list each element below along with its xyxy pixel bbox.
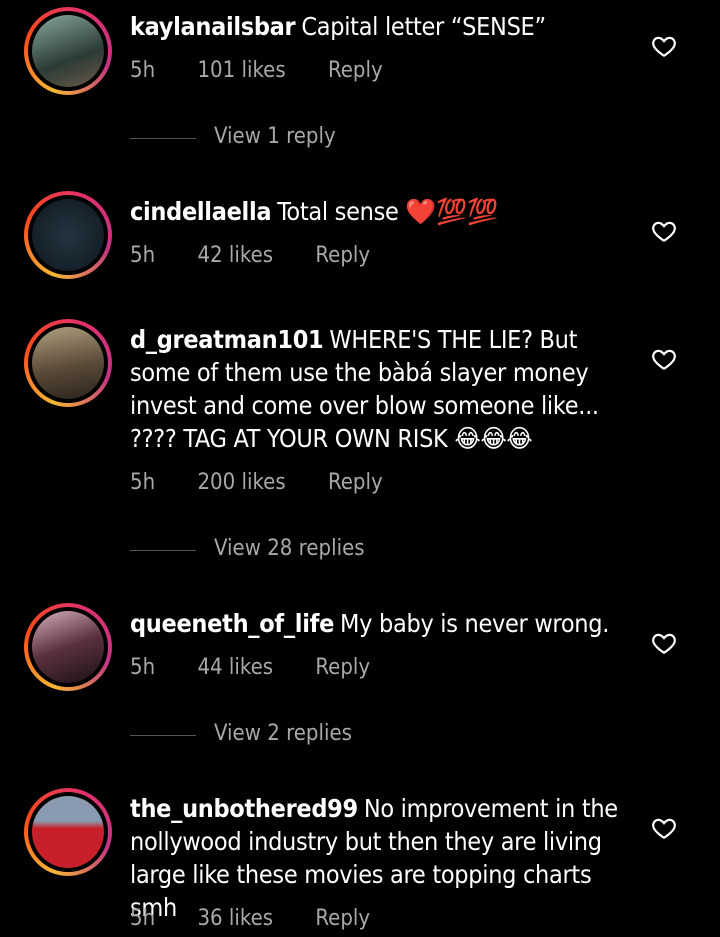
comment-meta: 5h 101 likes Reply [130, 58, 419, 83]
comment-likes[interactable]: 200 likes [197, 470, 285, 495]
avatar[interactable] [24, 788, 112, 876]
comment-likes[interactable]: 44 likes [197, 655, 273, 680]
comment-time: 5h [130, 243, 156, 268]
avatar[interactable] [24, 319, 112, 407]
comment-meta: 5h 36 likes Reply [130, 906, 406, 931]
comment-text-block: kaylanailsbar Capital letter “SENSE” [130, 10, 630, 43]
comment-time: 5h [130, 655, 156, 680]
comment-likes[interactable]: 42 likes [197, 243, 273, 268]
heart-icon[interactable] [651, 346, 677, 372]
view-replies-label: View 1 reply [214, 124, 336, 149]
comment-text: Total sense ❤️💯💯 [277, 197, 498, 226]
view-replies-label: View 28 replies [214, 536, 365, 561]
comment-time: 5h [130, 470, 156, 495]
heart-icon[interactable] [651, 218, 677, 244]
comment-meta: 5h 44 likes Reply [130, 655, 406, 680]
comment-likes[interactable]: 101 likes [197, 58, 285, 83]
comment-meta: 5h 42 likes Reply [130, 243, 406, 268]
reply-button[interactable]: Reply [315, 243, 370, 268]
heart-icon[interactable] [651, 33, 677, 59]
comment-username[interactable]: cindellaella [130, 197, 272, 226]
comment-likes[interactable]: 36 likes [197, 906, 273, 931]
divider [130, 735, 196, 736]
comment-meta: 5h 200 likes Reply [130, 470, 419, 495]
comment-text: Capital letter “SENSE” [301, 12, 546, 41]
reply-button[interactable]: Reply [328, 58, 383, 83]
avatar[interactable] [24, 603, 112, 691]
reply-button[interactable]: Reply [328, 470, 383, 495]
comment-username[interactable]: kaylanailsbar [130, 12, 296, 41]
comment-username[interactable]: d_greatman101 [130, 325, 324, 354]
view-replies-label: View 2 replies [214, 721, 352, 746]
comment-text-block: the_unbothered99 No improvement in the no… [130, 792, 630, 924]
comment-text-block: cindellaella Total sense ❤️💯💯 [130, 195, 630, 228]
reply-button[interactable]: Reply [315, 655, 370, 680]
heart-icon[interactable] [651, 630, 677, 656]
heart-icon[interactable] [651, 815, 677, 841]
comment-time: 5h [130, 58, 156, 83]
comment-username[interactable]: queeneth_of_life [130, 609, 334, 638]
comment-text-block: queeneth_of_life My baby is never wrong. [130, 607, 630, 640]
comment-time: 5h [130, 906, 156, 931]
divider [130, 550, 196, 551]
avatar[interactable] [24, 7, 112, 95]
reply-button[interactable]: Reply [315, 906, 370, 931]
comment-username[interactable]: the_unbothered99 [130, 794, 358, 823]
avatar[interactable] [24, 191, 112, 279]
comment-text: My baby is never wrong. [340, 609, 610, 638]
divider [130, 138, 196, 139]
comment-text-block: d_greatman101 WHERE'S THE LIE? But some o… [130, 323, 630, 455]
